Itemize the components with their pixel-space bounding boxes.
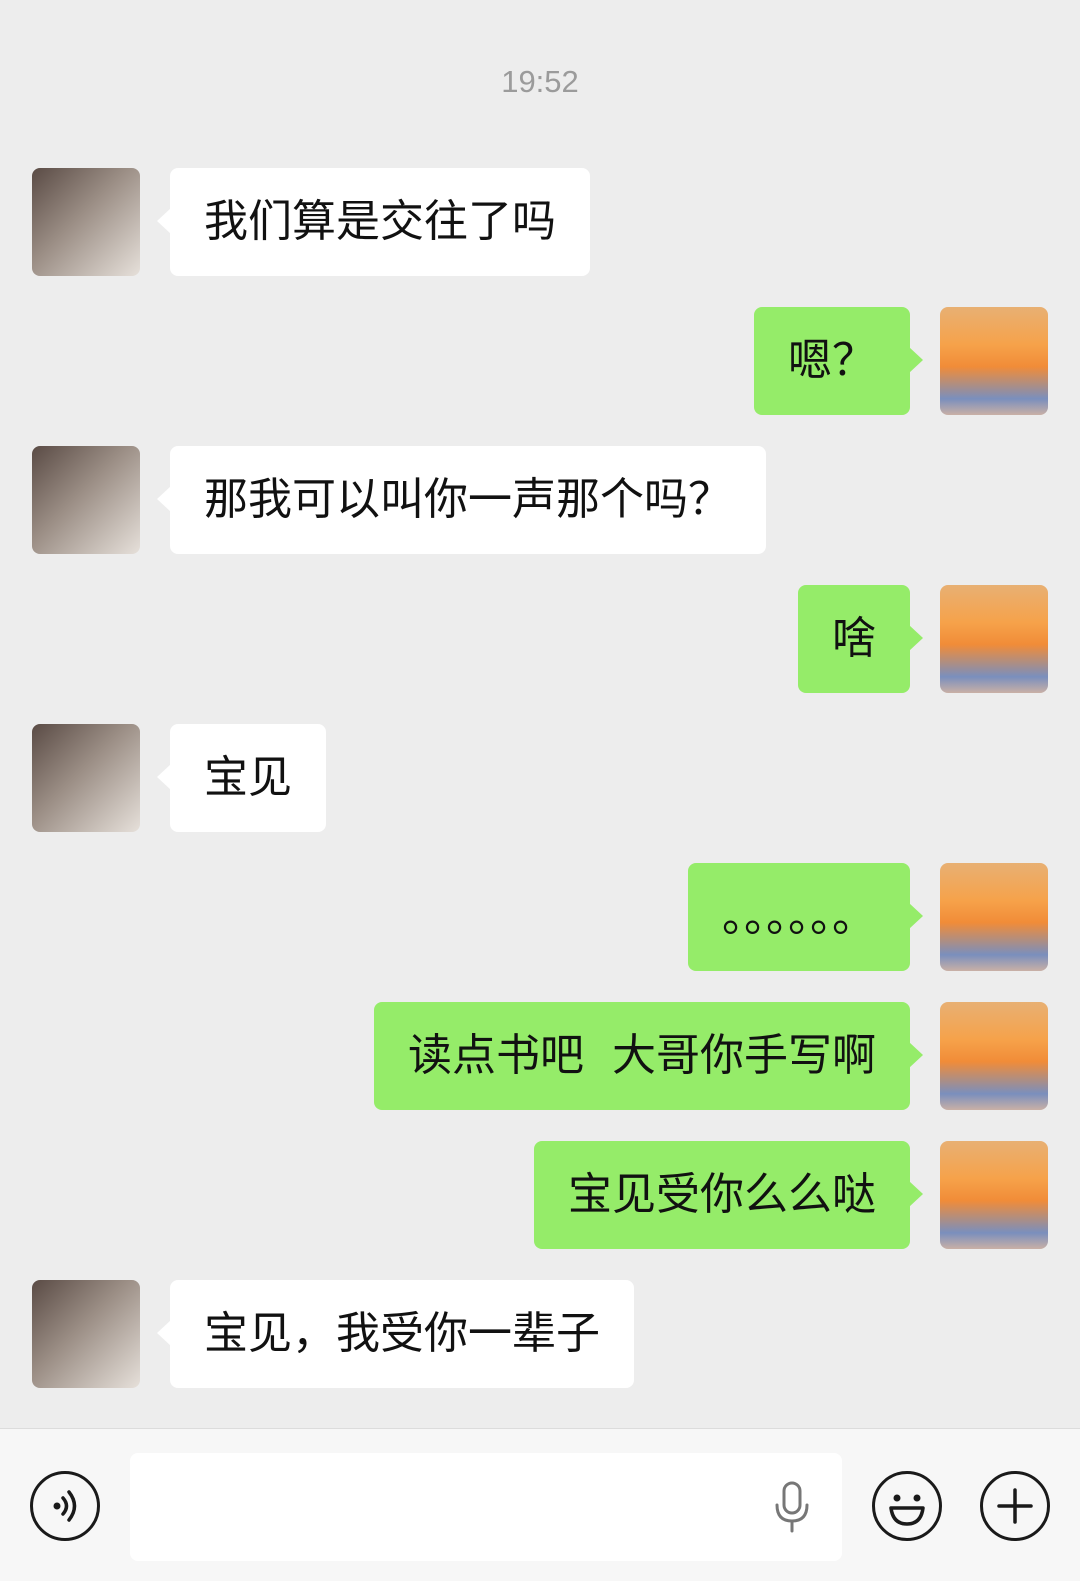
message-input[interactable] (130, 1453, 842, 1561)
message-row-outgoing: 。。。。。。 (0, 863, 1080, 971)
message-bubble-incoming[interactable]: 那我可以叫你一声那个吗？ (157, 446, 766, 554)
contact-avatar[interactable] (32, 1280, 140, 1388)
emoji-button[interactable] (872, 1471, 942, 1541)
message-bubble-incoming[interactable]: 宝见，我受你一辈子 (157, 1280, 634, 1388)
message-row-incoming: 宝见，我受你一辈子 (0, 1280, 1080, 1388)
self-avatar[interactable] (940, 307, 1048, 415)
message-row-outgoing: 读点书吧 大哥你手写啊 (0, 1002, 1080, 1110)
message-bubble-outgoing[interactable]: 宝见受你么么哒 (534, 1141, 923, 1249)
plus-icon (997, 1488, 1033, 1524)
message-bubble-incoming[interactable]: 宝见 (157, 724, 326, 832)
voice-button[interactable] (30, 1471, 100, 1541)
message-row-outgoing: 啥 (0, 585, 1080, 693)
message-bubble-incoming[interactable]: 我们算是交往了吗 (157, 168, 590, 276)
self-avatar[interactable] (940, 1141, 1048, 1249)
message-row-incoming: 宝见 (0, 724, 1080, 832)
message-row-incoming: 那我可以叫你一声那个吗？ (0, 446, 1080, 554)
chat-input-bar (0, 1428, 1080, 1581)
message-bubble-outgoing[interactable]: 读点书吧 大哥你手写啊 (374, 1002, 923, 1110)
self-avatar[interactable] (940, 863, 1048, 971)
message-row-incoming: 我们算是交往了吗 (0, 168, 1080, 276)
message-bubble-outgoing[interactable]: 嗯？ (754, 307, 923, 415)
contact-avatar[interactable] (32, 724, 140, 832)
emoji-icon (889, 1494, 925, 1526)
contact-avatar[interactable] (32, 446, 140, 554)
message-bubble-outgoing[interactable]: 。。。。。。 (688, 863, 923, 971)
microphone-icon[interactable] (772, 1481, 812, 1533)
chat-area[interactable]: 19:52 我们算是交往了吗 嗯？ 那我可以叫你一声那个吗？ 啥 宝见 。。。。… (0, 0, 1080, 1428)
self-avatar[interactable] (940, 585, 1048, 693)
contact-avatar[interactable] (32, 168, 140, 276)
voice-icon (53, 1490, 77, 1522)
message-timestamp: 19:52 (501, 64, 579, 99)
message-row-outgoing: 嗯？ (0, 307, 1080, 415)
message-row-outgoing: 宝见受你么么哒 (0, 1141, 1080, 1249)
message-bubble-outgoing[interactable]: 啥 (798, 585, 923, 693)
more-button[interactable] (980, 1471, 1050, 1541)
self-avatar[interactable] (940, 1002, 1048, 1110)
